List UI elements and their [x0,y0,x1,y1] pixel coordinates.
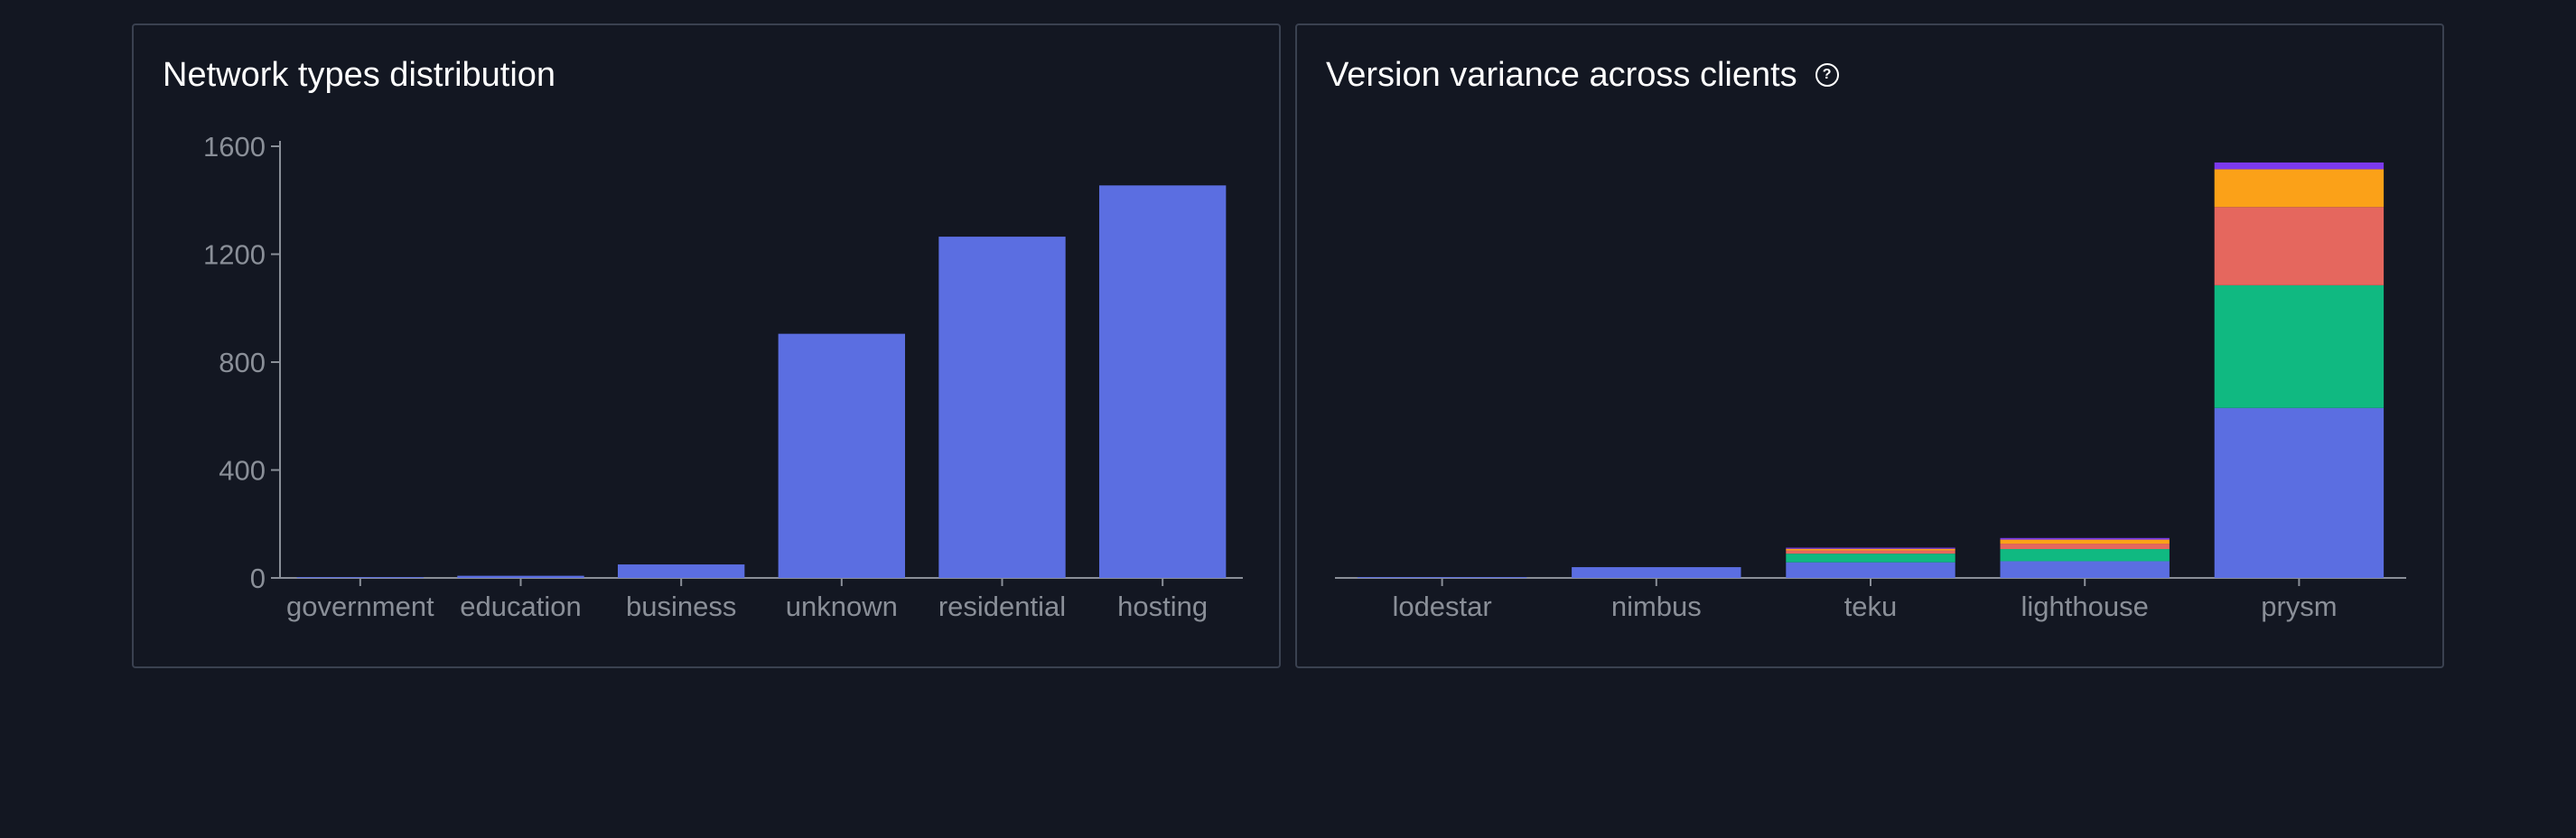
bar-unknown [778,333,906,578]
bar-business [617,564,745,578]
bar-residential [938,237,1066,578]
network-types-panel: Network types distribution 0 400 800 1200 16… [132,23,1281,668]
x-tick-label: hosting [1117,591,1208,622]
x-tick-label: lodestar [1392,591,1491,622]
bar-government [296,577,425,579]
x-tick-label: nimbus [1611,591,1702,622]
bar-education [457,575,584,578]
bar-segment-lighthouse [2000,561,2170,578]
y-tick-label: 1200 [203,239,266,271]
version-variance-panel: Version variance across clients ? lodest… [1295,23,2444,668]
bar-segment-teku [1786,562,1955,578]
bar-hosting [1098,185,1227,578]
bar-segment-teku [1786,550,1955,554]
bar-segment-nimbus [1572,567,1741,578]
y-tick-label: 400 [219,455,266,487]
bar-segment-teku [1786,554,1955,563]
y-tick-label: 0 [250,563,266,594]
x-tick-label: prysm [2261,591,2337,622]
y-tick-label: 800 [219,347,266,378]
x-tick-label: education [460,591,581,622]
bar-segment-prysm [2214,207,2385,285]
bar-segment-lighthouse [2000,537,2170,540]
bar-segment-lighthouse [2000,544,2170,550]
bar-segment-teku [1786,547,1955,549]
bar-segment-prysm [2214,284,2385,408]
x-tick-label: teku [1844,591,1898,622]
version-variance-chart: lodestar nimbus teku lighthouse prysm [1335,162,2406,622]
x-tick-label: lighthouse [2021,591,2149,622]
x-tick-label: business [626,591,736,622]
x-tick-label: unknown [786,591,898,622]
bar-segment-lighthouse [2000,549,2170,562]
bar-segment-lighthouse [2000,539,2170,545]
bar-segment-prysm [2214,162,2385,170]
x-tick-label: residential [938,591,1066,622]
x-tick-label: government [286,591,434,622]
bar-segment-prysm [2214,407,2385,578]
bar-segment-teku [1786,548,1955,551]
bar-segment-lodestar [1357,577,1527,579]
y-tick-label: 1600 [203,131,266,163]
bar-segment-prysm [2214,169,2385,208]
network-types-chart: 0 400 800 1200 1600 government education busine… [203,131,1243,622]
